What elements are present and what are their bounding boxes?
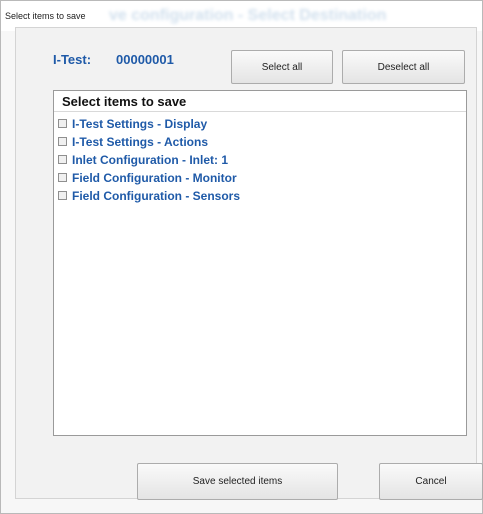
checkbox[interactable] [58, 173, 67, 182]
list-item-label: I-Test Settings - Display [72, 116, 208, 131]
list-item-inlet-config[interactable]: Inlet Configuration - Inlet: 1 [58, 151, 458, 168]
items-list[interactable]: Select items to save I-Test Settings - D… [53, 90, 467, 436]
list-item-field-sensors[interactable]: Field Configuration - Sensors [58, 187, 458, 204]
checkbox[interactable] [58, 191, 67, 200]
list-item-label: Field Configuration - Sensors [72, 188, 241, 203]
list-item-field-monitor[interactable]: Field Configuration - Monitor [58, 169, 458, 186]
itest-label: I-Test: [53, 52, 92, 67]
deselect-all-button[interactable]: Deselect all [342, 50, 465, 84]
cancel-button[interactable]: Cancel [379, 463, 483, 500]
save-selected-button[interactable]: Save selected items [137, 463, 338, 500]
checkbox[interactable] [58, 155, 67, 164]
list-item-itest-actions[interactable]: I-Test Settings - Actions [58, 133, 458, 150]
background-window-title: ve configuration - Select Destination [109, 7, 387, 24]
list-item-itest-display[interactable]: I-Test Settings - Display [58, 115, 458, 132]
select-all-button[interactable]: Select all [231, 50, 333, 84]
list-item-label: Inlet Configuration - Inlet: 1 [72, 152, 228, 167]
list-header-label: Select items to save [62, 94, 187, 109]
list-item-label: Field Configuration - Monitor [72, 170, 237, 185]
list-header: Select items to save [54, 91, 466, 112]
checkbox[interactable] [58, 119, 67, 128]
itest-value: 00000001 [116, 52, 174, 67]
window-title: Select items to save [5, 11, 86, 21]
checkbox[interactable] [58, 137, 67, 146]
list-item-label: I-Test Settings - Actions [72, 134, 209, 149]
